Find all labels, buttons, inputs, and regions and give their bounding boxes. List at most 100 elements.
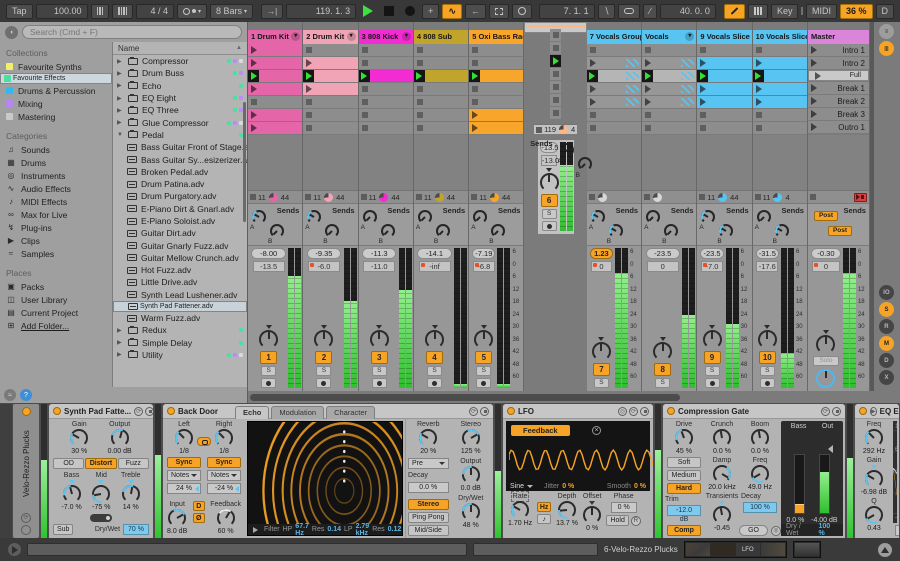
nudge-down-button[interactable] xyxy=(90,3,110,19)
transients-knob[interactable]: Transients -0.45 xyxy=(706,493,738,532)
clip-slot[interactable] xyxy=(469,70,524,82)
playing-clip-button[interactable] xyxy=(303,70,315,82)
volume-value[interactable]: -23.5 xyxy=(700,248,724,259)
track-activator-button[interactable]: 2 xyxy=(315,351,333,364)
clip-stop-button[interactable] xyxy=(472,99,479,105)
pan-knob[interactable] xyxy=(591,342,611,361)
clip-stop-button[interactable] xyxy=(416,125,423,131)
time-signature-field[interactable]: 4 / 4 xyxy=(136,3,175,19)
show-hide-device-view-button[interactable] xyxy=(878,542,892,557)
clip-slot[interactable] xyxy=(586,57,642,69)
empty-clip-slot[interactable] xyxy=(303,122,358,134)
pan-knob[interactable] xyxy=(425,330,445,349)
key-map-button[interactable]: Key xyxy=(770,3,799,19)
expand-arrow-icon[interactable]: ▶ xyxy=(117,95,124,102)
knob-dial[interactable] xyxy=(511,501,530,519)
clip-stop-button[interactable] xyxy=(416,99,423,105)
sidebar-item-user-library[interactable]: ◫ User Library xyxy=(0,293,112,306)
peak-value[interactable]: -11.0 xyxy=(363,261,396,272)
browser-file-e-piano-soloist-adv[interactable]: E-Piano Soloist.adv xyxy=(113,215,247,227)
send-a-knob[interactable] xyxy=(417,210,432,224)
track-header[interactable]: 6 Velo-Rezzo P xyxy=(526,25,585,27)
pan-knob[interactable] xyxy=(702,330,722,349)
track-header[interactable]: 5 Oxi Bass Rack xyxy=(469,30,524,44)
knob-dial[interactable] xyxy=(92,485,111,503)
browser-folder-compressor[interactable]: ▶ Compressor xyxy=(113,55,247,67)
clip-stop-button[interactable] xyxy=(553,97,560,103)
clip-stop-button[interactable] xyxy=(251,99,257,105)
clip-slot[interactable] xyxy=(697,96,752,108)
sidebar-item-packs[interactable]: ▣ Packs xyxy=(0,280,112,293)
loop-start-field[interactable]: 7. 1. 1 xyxy=(538,3,595,19)
mode-right-select[interactable]: Notes xyxy=(207,470,241,481)
send-a-knob[interactable] xyxy=(473,210,488,224)
send-b-post-button[interactable]: Post xyxy=(827,226,853,236)
clip-stop-button[interactable] xyxy=(553,110,560,116)
track-activator-button[interactable]: 6 xyxy=(540,194,558,207)
knob-value[interactable]: 45 % xyxy=(676,448,692,455)
arm-button[interactable] xyxy=(476,378,492,388)
playing-clip-button[interactable] xyxy=(358,70,370,82)
phase-value[interactable]: 0 % xyxy=(610,502,637,513)
track-stop-button[interactable] xyxy=(415,194,422,200)
quantization-menu[interactable]: 8 Bars ▾ xyxy=(210,3,254,19)
solo-button[interactable]: Solo xyxy=(812,356,839,366)
dropdown-icon[interactable]: ▾ xyxy=(346,32,356,41)
clip-stop-button[interactable] xyxy=(472,60,479,66)
device-activator[interactable] xyxy=(667,407,675,415)
arm-button[interactable] xyxy=(704,378,720,388)
clip-slot[interactable] xyxy=(248,44,303,56)
knob-value[interactable]: 14 % xyxy=(123,504,139,511)
horizontal-scrollbar[interactable] xyxy=(248,391,900,403)
send-b-knob[interactable] xyxy=(270,224,284,238)
track-header[interactable]: 7 Vocals Group▾ xyxy=(586,30,642,44)
clip-slot[interactable] xyxy=(642,83,697,95)
browser-file-little-drive-adv[interactable]: Little Drive.adv xyxy=(113,276,247,288)
knob-value[interactable]: -0.45 xyxy=(714,525,730,532)
boom-knob[interactable]: Boom 0.0 % xyxy=(751,421,769,455)
lfo-thumbnail[interactable]: LFO xyxy=(735,543,760,556)
clip-stop-button[interactable] xyxy=(361,86,368,92)
delay-left-knob[interactable]: Left 1/8 xyxy=(175,421,193,455)
reverb-knob[interactable]: Reverb 20 % xyxy=(417,421,440,455)
clip-stop-button[interactable] xyxy=(553,45,560,51)
reenable-automation-button[interactable]: ← xyxy=(464,3,486,19)
browser-folder-simple-delay[interactable]: ▶ Simple Delay xyxy=(113,337,247,349)
track-header[interactable]: 3 808 Kick ▾ xyxy=(358,30,413,44)
empty-clip-slot[interactable] xyxy=(642,109,697,121)
device-thumbnail[interactable] xyxy=(685,543,710,556)
browser-file-broken-pedal-adv[interactable]: Broken Pedal.adv xyxy=(113,166,247,178)
solo-button[interactable]: S xyxy=(476,366,492,376)
volume-value[interactable]: -8.00 xyxy=(251,248,286,259)
echo-drywet-knob[interactable]: Dry/Wet 48 % xyxy=(458,495,483,529)
browser-file-guitar-mellow-crunch-adv[interactable]: Guitar Mellow Crunch.adv xyxy=(113,252,247,264)
sidebar-item-favourite-effects[interactable]: Favourite Effects xyxy=(0,73,112,84)
unfold-icon[interactable]: ▾ xyxy=(685,32,695,41)
clip-slot[interactable] xyxy=(413,70,469,82)
mixer-toggle-r[interactable]: R xyxy=(878,319,894,334)
echo-filter-bar[interactable]: Filter HP 67.7 Hz Res 0.14 LP 2.79 kHz R… xyxy=(248,523,402,535)
device-thumbnail[interactable] xyxy=(794,543,819,556)
mid-knob[interactable]: Mid -75 % xyxy=(92,472,110,511)
go-button[interactable]: GO xyxy=(739,525,768,536)
device-activator[interactable] xyxy=(167,407,175,415)
empty-clip-slot[interactable] xyxy=(550,42,562,54)
clip-stop-button[interactable] xyxy=(306,99,313,105)
volume-value[interactable]: 1.23 xyxy=(589,248,614,259)
device-chain-extra[interactable] xyxy=(792,541,821,558)
cue-volume-knob[interactable] xyxy=(816,369,836,388)
clip-slot[interactable] xyxy=(752,57,807,69)
track-stop-button[interactable] xyxy=(360,194,367,200)
device-thumbnail[interactable] xyxy=(710,543,735,556)
send-b-knob[interactable] xyxy=(491,224,506,238)
knob-value[interactable]: 292 Hz xyxy=(863,448,885,455)
decay-value[interactable]: 100 % xyxy=(743,502,777,513)
volume-value[interactable]: -9.35 xyxy=(306,248,342,259)
knob-value[interactable]: 0.00 dB xyxy=(108,448,132,455)
track-header[interactable]: 9 Vocals Slice xyxy=(697,30,752,44)
empty-clip-slot[interactable] xyxy=(752,44,807,56)
track-stop-button[interactable] xyxy=(754,194,761,200)
knob-value[interactable]: -75 % xyxy=(92,504,110,511)
playing-clip-button[interactable] xyxy=(413,70,425,82)
sidebar-item-favourite-synths[interactable]: Favourite Synths xyxy=(0,60,112,73)
